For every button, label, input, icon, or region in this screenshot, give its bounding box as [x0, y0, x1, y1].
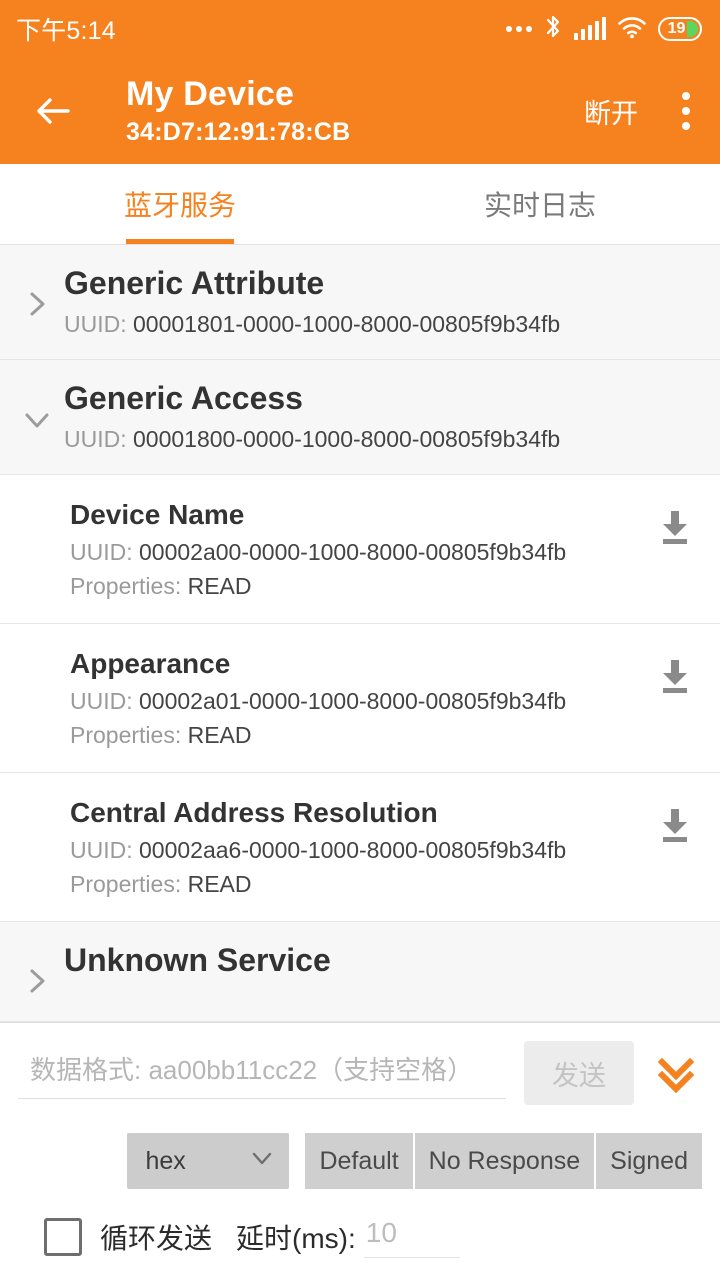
battery-icon: 19	[658, 17, 702, 41]
properties-label: Properties:	[70, 573, 188, 599]
service-name: Unknown Service	[64, 942, 331, 978]
download-read-icon[interactable]	[652, 654, 698, 705]
uuid-label: UUID:	[64, 426, 133, 452]
characteristic-row[interactable]: Appearance UUID: 00002a01-0000-1000-8000…	[0, 624, 720, 773]
uuid-label: UUID:	[70, 837, 139, 863]
battery-level: 19	[667, 20, 686, 37]
disconnect-button[interactable]: 断开	[584, 92, 638, 131]
device-address: 34:D7:12:91:78:CB	[126, 118, 351, 146]
write-mode-no-response[interactable]: No Response	[414, 1133, 595, 1189]
properties-value: READ	[187, 722, 252, 748]
data-input-wrapper	[18, 1047, 506, 1099]
bluetooth-icon	[543, 14, 563, 45]
uuid-label: UUID:	[64, 311, 133, 337]
back-arrow-icon[interactable]	[30, 88, 76, 134]
properties-label: Properties:	[70, 871, 188, 897]
composer-input-row: 发送	[18, 1035, 702, 1111]
uuid-value: 00001801-0000-1000-8000-00805f9b34fb	[133, 311, 561, 337]
write-composer-panel: 发送 hex Default No Response Signed	[0, 1022, 720, 1280]
data-format-select[interactable]: hex	[127, 1133, 290, 1189]
write-mode-signed[interactable]: Signed	[596, 1133, 702, 1189]
uuid-value: 00001800-0000-1000-8000-00805f9b34fb	[133, 426, 561, 452]
tab-bar: 蓝牙服务 实时日志	[0, 164, 720, 245]
characteristic-properties: Properties: READ	[70, 569, 652, 603]
send-button[interactable]: 发送	[524, 1041, 634, 1105]
uuid-value: 00002a01-0000-1000-8000-00805f9b34fb	[139, 688, 567, 714]
uuid-label: UUID:	[70, 539, 139, 565]
properties-value: READ	[187, 871, 252, 897]
bluetooth-device-screen: 下午5:14 19 My Device 34:D7:12:91:78:CB 断开…	[0, 0, 720, 1280]
service-name: Generic Access	[64, 380, 303, 416]
more-dots-icon	[505, 26, 532, 32]
kebab-menu-icon[interactable]	[674, 86, 698, 136]
download-read-icon[interactable]	[652, 803, 698, 854]
uuid-label: UUID:	[70, 688, 139, 714]
characteristic-properties: Properties: READ	[70, 718, 652, 752]
service-row-unknown-service[interactable]: Unknown Service	[0, 922, 720, 1022]
cellular-signal-icon	[573, 17, 606, 40]
characteristic-properties: Properties: READ	[70, 867, 652, 901]
properties-value: READ	[187, 573, 252, 599]
service-uuid: UUID: 00001801-0000-1000-8000-00805f9b34…	[64, 307, 700, 341]
characteristic-uuid: UUID: 00002a01-0000-1000-8000-00805f9b34…	[70, 684, 652, 718]
tab-bluetooth-services[interactable]: 蓝牙服务	[0, 164, 360, 244]
tab-realtime-log[interactable]: 实时日志	[360, 164, 720, 244]
service-row-generic-attribute[interactable]: Generic Attribute UUID: 00001801-0000-10…	[0, 245, 720, 360]
status-time: 下午5:14	[16, 17, 116, 45]
chevron-right-icon	[20, 261, 54, 326]
properties-label: Properties:	[70, 722, 188, 748]
service-uuid: UUID: 00001800-0000-1000-8000-00805f9b34…	[64, 422, 700, 456]
page-title: My Device	[126, 75, 295, 113]
service-list[interactable]: Generic Attribute UUID: 00001801-0000-10…	[0, 245, 720, 1022]
status-bar: 下午5:14 19	[0, 0, 720, 58]
data-format-value: hex	[145, 1146, 186, 1175]
write-mode-segmented-control: Default No Response Signed	[305, 1133, 702, 1189]
loop-send-checkbox[interactable]	[44, 1217, 82, 1256]
write-mode-default[interactable]: Default	[305, 1133, 413, 1189]
characteristic-name: Central Address Resolution	[70, 797, 438, 828]
download-read-icon[interactable]	[652, 505, 698, 556]
characteristic-row[interactable]: Device Name UUID: 00002a00-0000-1000-800…	[0, 475, 720, 624]
chevron-right-icon	[20, 938, 54, 1003]
characteristic-row[interactable]: Central Address Resolution UUID: 00002aa…	[0, 773, 720, 922]
chevron-down-icon	[249, 1145, 275, 1178]
wifi-icon	[617, 15, 647, 44]
uuid-value: 00002aa6-0000-1000-8000-00805f9b34fb	[139, 837, 567, 863]
delay-label: 延时(ms):	[236, 1222, 356, 1254]
composer-options-row: hex Default No Response Signed	[18, 1133, 702, 1189]
delay-input-wrapper	[363, 1215, 460, 1258]
app-bar: My Device 34:D7:12:91:78:CB 断开	[0, 58, 720, 164]
characteristic-uuid: UUID: 00002a00-0000-1000-8000-00805f9b34…	[70, 535, 652, 569]
service-row-generic-access[interactable]: Generic Access UUID: 00001800-0000-1000-…	[0, 360, 720, 475]
characteristic-name: Device Name	[70, 499, 245, 530]
composer-loop-row: 循环发送 延时(ms):	[18, 1215, 702, 1258]
status-icon-group: 19	[505, 14, 702, 45]
service-name: Generic Attribute	[64, 265, 325, 301]
data-input[interactable]	[18, 1047, 506, 1099]
double-chevron-down-icon[interactable]	[650, 1047, 702, 1099]
loop-send-label: 循环发送	[100, 1222, 213, 1254]
delay-input[interactable]	[363, 1215, 460, 1258]
app-bar-titles: My Device 34:D7:12:91:78:CB	[126, 73, 584, 149]
uuid-value: 00002a00-0000-1000-8000-00805f9b34fb	[139, 539, 567, 565]
chevron-down-icon	[20, 376, 54, 441]
characteristic-name: Appearance	[70, 648, 231, 679]
characteristic-uuid: UUID: 00002aa6-0000-1000-8000-00805f9b34…	[70, 833, 652, 867]
